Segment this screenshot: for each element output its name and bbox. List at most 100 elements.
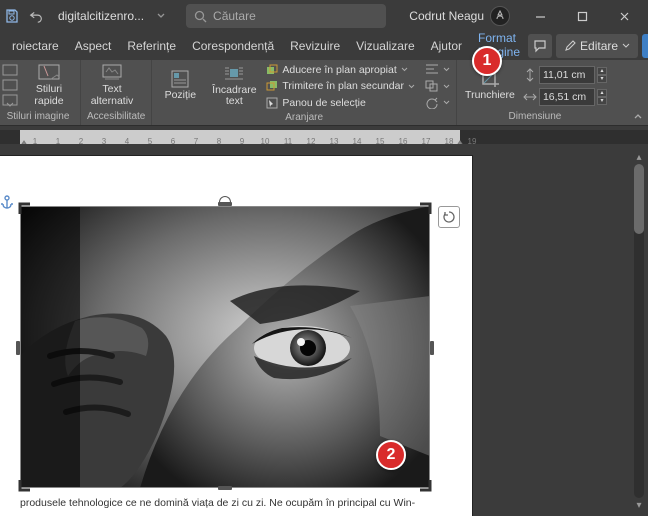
maximize-button[interactable] — [562, 0, 602, 32]
svg-text:16: 16 — [399, 137, 408, 144]
search-input[interactable]: Căutare — [186, 4, 386, 28]
svg-text:17: 17 — [422, 137, 431, 144]
crop-handle-br[interactable] — [418, 476, 434, 492]
tab-review[interactable]: Revizuire — [282, 35, 348, 57]
width-spinner[interactable]: ▴▾ — [597, 89, 607, 105]
crop-handle-tl[interactable] — [16, 202, 32, 218]
chevron-down-icon — [622, 42, 630, 50]
height-icon — [523, 68, 537, 82]
crop-handle-left[interactable] — [16, 341, 20, 355]
pencil-icon — [564, 40, 576, 52]
style-gallery-up-icon[interactable] — [2, 64, 18, 78]
selection-pane-icon — [266, 97, 278, 109]
chevron-down-icon — [443, 99, 450, 106]
titlebar: digitalcitizenro... Căutare Codrut Neagu — [0, 0, 648, 32]
annotation-1: 1 — [472, 46, 502, 76]
quick-styles-icon — [38, 64, 60, 82]
align-button[interactable] — [425, 62, 450, 78]
scroll-down-icon[interactable]: ▾ — [632, 498, 646, 512]
comments-button[interactable] — [528, 34, 552, 58]
position-button[interactable]: Poziție — [158, 62, 202, 110]
style-gallery-down-icon[interactable] — [2, 79, 18, 93]
group-accessibility: Text alternativ Accesibilitate — [81, 60, 152, 125]
search-icon — [194, 10, 207, 23]
height-field[interactable]: 11,01 cm ▴▾ — [523, 66, 607, 84]
svg-text:7: 7 — [194, 137, 199, 144]
rotate-button[interactable] — [425, 95, 450, 111]
tab-view[interactable]: Vizualizare — [348, 35, 422, 57]
svg-text:4: 4 — [125, 137, 130, 144]
group-arrange: Poziție Încadrare text Aducere în plan a… — [152, 60, 457, 125]
style-gallery-more-icon[interactable] — [2, 94, 18, 108]
user-name[interactable]: Codrut Neagu — [409, 9, 484, 23]
alt-text-button[interactable]: Text alternativ — [87, 62, 137, 110]
svg-text:1: 1 — [56, 137, 61, 144]
search-placeholder: Căutare — [213, 9, 256, 23]
svg-text:1: 1 — [33, 137, 38, 144]
tab-layout[interactable]: Aspect — [67, 35, 120, 57]
layout-options-button[interactable] — [438, 206, 460, 228]
annotation-2: 2 — [376, 440, 406, 470]
svg-text:14: 14 — [353, 137, 362, 144]
align-icon — [425, 64, 439, 76]
tab-help[interactable]: Ajutor — [423, 35, 470, 57]
svg-text:8: 8 — [217, 137, 222, 144]
alt-text-icon — [102, 64, 122, 82]
share-button[interactable] — [642, 34, 648, 58]
group-icon — [425, 80, 439, 92]
svg-text:12: 12 — [307, 137, 316, 144]
width-field[interactable]: 16,51 cm ▴▾ — [523, 88, 607, 106]
editing-button[interactable]: Editare — [556, 34, 638, 58]
tab-design[interactable]: roiectare — [4, 35, 67, 57]
tab-mailings[interactable]: Corespondență — [184, 35, 282, 57]
height-spinner[interactable]: ▴▾ — [597, 67, 607, 83]
selection-pane-button[interactable]: Panou de selecție — [266, 95, 415, 111]
svg-text:9: 9 — [240, 137, 245, 144]
document-name[interactable]: digitalcitizenro... — [58, 9, 144, 23]
wrap-text-icon — [224, 65, 244, 83]
rotate-icon — [425, 97, 439, 109]
svg-text:13: 13 — [330, 137, 339, 144]
anchor-icon — [0, 194, 16, 212]
svg-text:15: 15 — [376, 137, 385, 144]
wrap-text-button[interactable]: Încadrare text — [208, 62, 260, 110]
avatar[interactable] — [490, 6, 510, 26]
crop-frame[interactable] — [20, 206, 430, 488]
body-paragraph: produsele tehnologice ce ne domină viața… — [20, 496, 430, 510]
ribbon: Stiluri rapide Stiluri imagine Text alte… — [0, 60, 648, 126]
ruler-ticks: 1123 4567 891011 12131415 16171819 — [0, 130, 648, 144]
crop-handle-tr[interactable] — [418, 202, 434, 218]
autosave-icon[interactable] — [4, 8, 20, 24]
ribbon-tabs: roiectare Aspect Referințe Corespondență… — [0, 32, 648, 60]
svg-text:6: 6 — [171, 137, 176, 144]
svg-text:18: 18 — [445, 137, 454, 144]
tab-references[interactable]: Referințe — [119, 35, 184, 57]
undo-dropdown-icon[interactable] — [28, 8, 44, 24]
quick-styles-button[interactable]: Stiluri rapide — [24, 62, 74, 110]
crop-handle-bl[interactable] — [16, 476, 32, 492]
scroll-thumb[interactable] — [634, 164, 644, 234]
svg-text:2: 2 — [79, 137, 84, 144]
bring-forward-icon — [266, 64, 278, 76]
crop-handle-top[interactable] — [218, 202, 232, 206]
collapse-ribbon-icon[interactable] — [632, 111, 644, 123]
chevron-down-icon[interactable] — [156, 11, 166, 21]
close-button[interactable] — [604, 0, 644, 32]
chevron-down-icon — [443, 66, 450, 73]
chevron-down-icon — [443, 83, 450, 90]
chevron-down-icon — [408, 83, 415, 90]
svg-text:5: 5 — [148, 137, 153, 144]
document-canvas[interactable]: produsele tehnologice ce ne domină viața… — [0, 148, 648, 516]
scroll-up-icon[interactable]: ▴ — [632, 150, 646, 164]
group-button[interactable] — [425, 79, 450, 95]
crop-handle-bottom[interactable] — [218, 486, 232, 490]
chevron-down-icon — [401, 66, 408, 73]
horizontal-ruler[interactable]: 1123 4567 891011 12131415 16171819 — [0, 126, 648, 148]
crop-handle-right[interactable] — [430, 341, 434, 355]
svg-text:3: 3 — [102, 137, 107, 144]
send-backward-button[interactable]: Trimitere în plan secundar — [266, 79, 415, 95]
bring-forward-button[interactable]: Aducere în plan apropiat — [266, 62, 415, 78]
svg-text:11: 11 — [284, 137, 293, 144]
vertical-scrollbar[interactable]: ▴ ▾ — [632, 150, 646, 512]
send-backward-icon — [266, 80, 278, 92]
